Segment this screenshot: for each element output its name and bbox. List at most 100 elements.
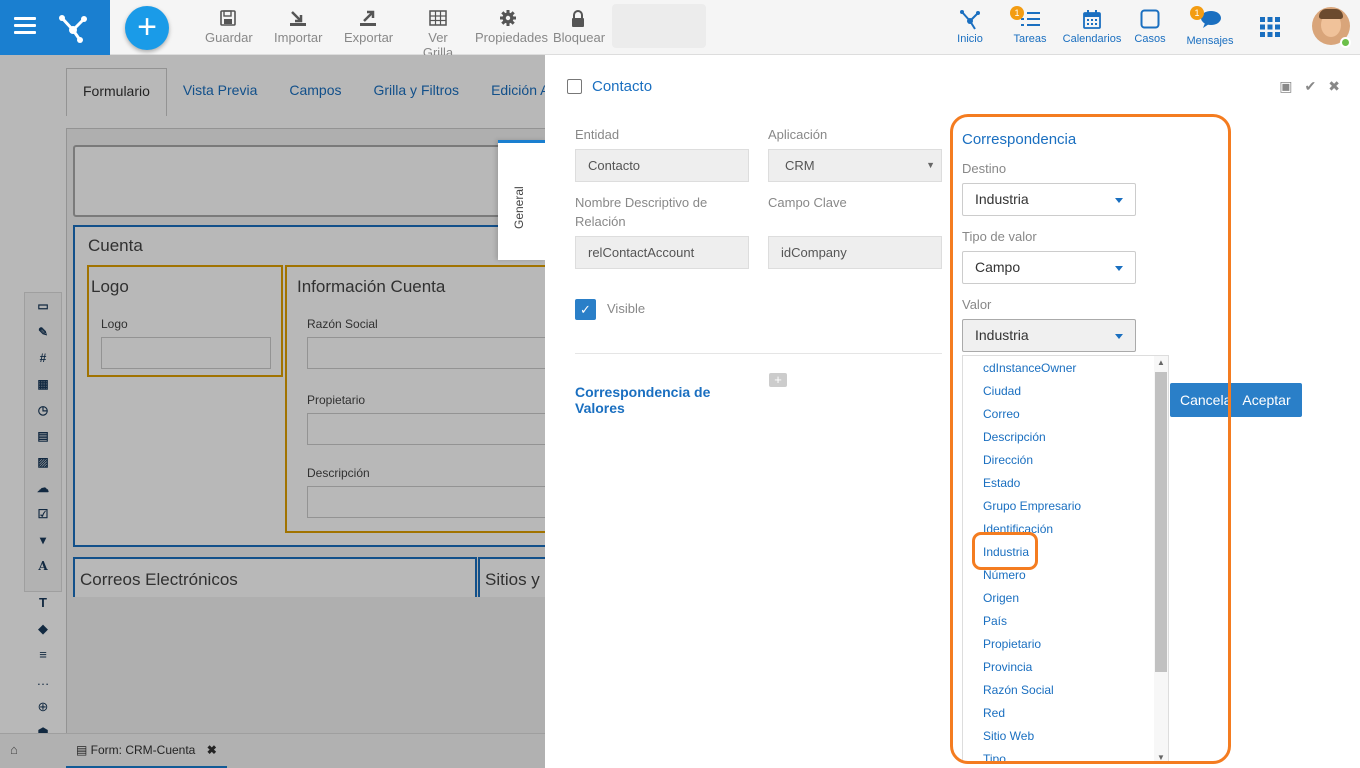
calendar-icon xyxy=(1083,9,1101,29)
campo-clave-label: Campo Clave xyxy=(768,195,847,210)
exportar-label: Exportar xyxy=(344,30,394,45)
destino-label: Destino xyxy=(962,161,1007,176)
nombre-descriptivo-label: Nombre Descriptivo de Relación xyxy=(575,195,708,229)
scrollbar-thumb[interactable] xyxy=(1155,372,1167,672)
visible-label: Visible xyxy=(607,301,646,316)
check-icon[interactable]: ✔ xyxy=(1305,78,1317,95)
valor-option[interactable]: Identificación xyxy=(963,518,1168,541)
apps-grid-icon[interactable] xyxy=(1260,17,1280,40)
valor-label: Valor xyxy=(962,297,992,312)
online-status-dot xyxy=(1340,37,1351,48)
close-icon[interactable]: ✖ xyxy=(1328,78,1340,95)
bloquear-label: Bloquear xyxy=(553,30,606,45)
save-small-icon[interactable]: ▣ xyxy=(1279,78,1292,95)
nav-inicio-label: Inicio xyxy=(957,33,983,45)
panel-actions: ▣ ✔ ✖ xyxy=(1279,78,1340,95)
nav-casos[interactable]: Casos xyxy=(1132,8,1168,45)
panel-checkbox[interactable] xyxy=(567,79,582,94)
nav-tareas-label: Tareas xyxy=(1013,33,1047,45)
nombre-descriptivo-field: relContactAccount xyxy=(575,236,749,269)
valor-option[interactable]: País xyxy=(963,610,1168,633)
campo-clave-field: idCompany xyxy=(768,236,942,269)
valor-option[interactable]: Propietario xyxy=(963,633,1168,656)
brand-area xyxy=(0,0,110,55)
aplicacion-label: Aplicación xyxy=(768,127,828,142)
guardar-button[interactable]: Guardar xyxy=(205,8,253,45)
valor-option[interactable]: Origen xyxy=(963,587,1168,610)
valor-option[interactable]: Red xyxy=(963,702,1168,725)
correspondencia-title: Correspondencia xyxy=(962,131,1077,148)
tipo-valor-value: Campo xyxy=(975,259,1021,275)
valor-option[interactable]: Provincia xyxy=(963,656,1168,679)
caret-icon xyxy=(1115,198,1123,203)
scroll-up-icon[interactable]: ▲ xyxy=(1157,358,1165,367)
nav-calendarios[interactable]: Calendarios xyxy=(1060,8,1124,45)
tab-general[interactable]: General xyxy=(498,140,546,260)
accept-button[interactable]: Aceptar xyxy=(1231,383,1302,417)
tareas-badge: 1 xyxy=(1010,6,1024,20)
importar-button[interactable]: Importar xyxy=(274,8,322,45)
valor-option[interactable]: Estado xyxy=(963,472,1168,495)
scroll-down-icon[interactable]: ▼ xyxy=(1157,753,1165,762)
valor-option[interactable]: Industria xyxy=(963,541,1168,564)
add-button[interactable]: + xyxy=(125,6,169,50)
mensajes-badge: 1 xyxy=(1190,6,1204,20)
valor-option[interactable]: Correo xyxy=(963,403,1168,426)
bloquear-button[interactable]: Bloquear xyxy=(553,8,605,45)
propiedades-button[interactable]: Propiedades xyxy=(475,8,548,45)
importar-label: Importar xyxy=(274,30,323,45)
nav-mensajes[interactable]: 1 Mensajes xyxy=(1184,6,1236,47)
valor-options-list: cdInstanceOwner Ciudad Correo Descripción Di… xyxy=(962,355,1169,763)
valor-select[interactable]: Industria xyxy=(962,319,1136,352)
add-mapping-button[interactable]: + xyxy=(769,373,787,387)
home-network-icon xyxy=(960,10,980,30)
top-bar: + Guardar Importar Exportar Ver Grilla P… xyxy=(0,0,1360,60)
panel-title: Contacto xyxy=(592,78,653,95)
panel-header: Contacto ▣ ✔ ✖ xyxy=(545,55,1360,117)
nav-inicio[interactable]: Inicio xyxy=(952,8,988,45)
menu-icon[interactable] xyxy=(14,17,36,38)
valor-option[interactable]: Tipo xyxy=(963,748,1168,762)
lock-icon xyxy=(572,9,584,27)
propiedades-label: Propiedades xyxy=(475,30,548,45)
visible-checkbox[interactable]: ✓ xyxy=(575,299,596,320)
aplicacion-select: CRM ▼ xyxy=(768,149,942,182)
tipo-valor-select[interactable]: Campo xyxy=(962,251,1136,284)
valor-option[interactable]: Dirección xyxy=(963,449,1168,472)
gear-icon xyxy=(500,10,516,26)
valor-option[interactable]: Descripción xyxy=(963,426,1168,449)
divider xyxy=(575,353,942,354)
nav-mensajes-label: Mensajes xyxy=(1186,35,1234,47)
scrollbar[interactable]: ▲ ▼ xyxy=(1154,356,1168,762)
destino-value: Industria xyxy=(975,191,1029,207)
tab-general-label: General xyxy=(512,186,526,229)
nav-calendarios-label: Calendarios xyxy=(1062,33,1122,45)
valor-option[interactable]: Número xyxy=(963,564,1168,587)
select-arrow-icon: ▼ xyxy=(926,160,935,170)
valor-option[interactable]: Grupo Empresario xyxy=(963,495,1168,518)
valor-option[interactable]: Ciudad xyxy=(963,380,1168,403)
case-icon xyxy=(1140,9,1160,29)
ver-grilla-button[interactable]: Ver Grilla xyxy=(412,8,464,60)
caret-icon xyxy=(1115,334,1123,339)
caret-icon xyxy=(1115,266,1123,271)
tipo-valor-label: Tipo de valor xyxy=(962,229,1037,244)
entidad-label: Entidad xyxy=(575,127,620,142)
correspondencia-valores-title: Correspondencia de Valores xyxy=(575,384,711,416)
save-icon xyxy=(220,10,236,26)
exportar-button[interactable]: Exportar xyxy=(344,8,393,45)
destino-select[interactable]: Industria xyxy=(962,183,1136,216)
valor-option[interactable]: Sitio Web xyxy=(963,725,1168,748)
modal-backdrop[interactable] xyxy=(0,55,545,768)
valor-value: Industria xyxy=(975,327,1029,343)
valor-option[interactable]: Razón Social xyxy=(963,679,1168,702)
aplicacion-value: CRM xyxy=(785,158,815,173)
nav-tareas[interactable]: 1 Tareas xyxy=(1010,6,1050,45)
guardar-label: Guardar xyxy=(205,30,253,45)
grid-icon xyxy=(429,10,447,26)
export-icon xyxy=(360,10,376,26)
cancel-button[interactable]: Cancela xyxy=(1170,383,1230,417)
valor-option[interactable]: cdInstanceOwner xyxy=(963,357,1168,380)
import-icon xyxy=(290,11,306,26)
nav-casos-label: Casos xyxy=(1134,33,1166,45)
